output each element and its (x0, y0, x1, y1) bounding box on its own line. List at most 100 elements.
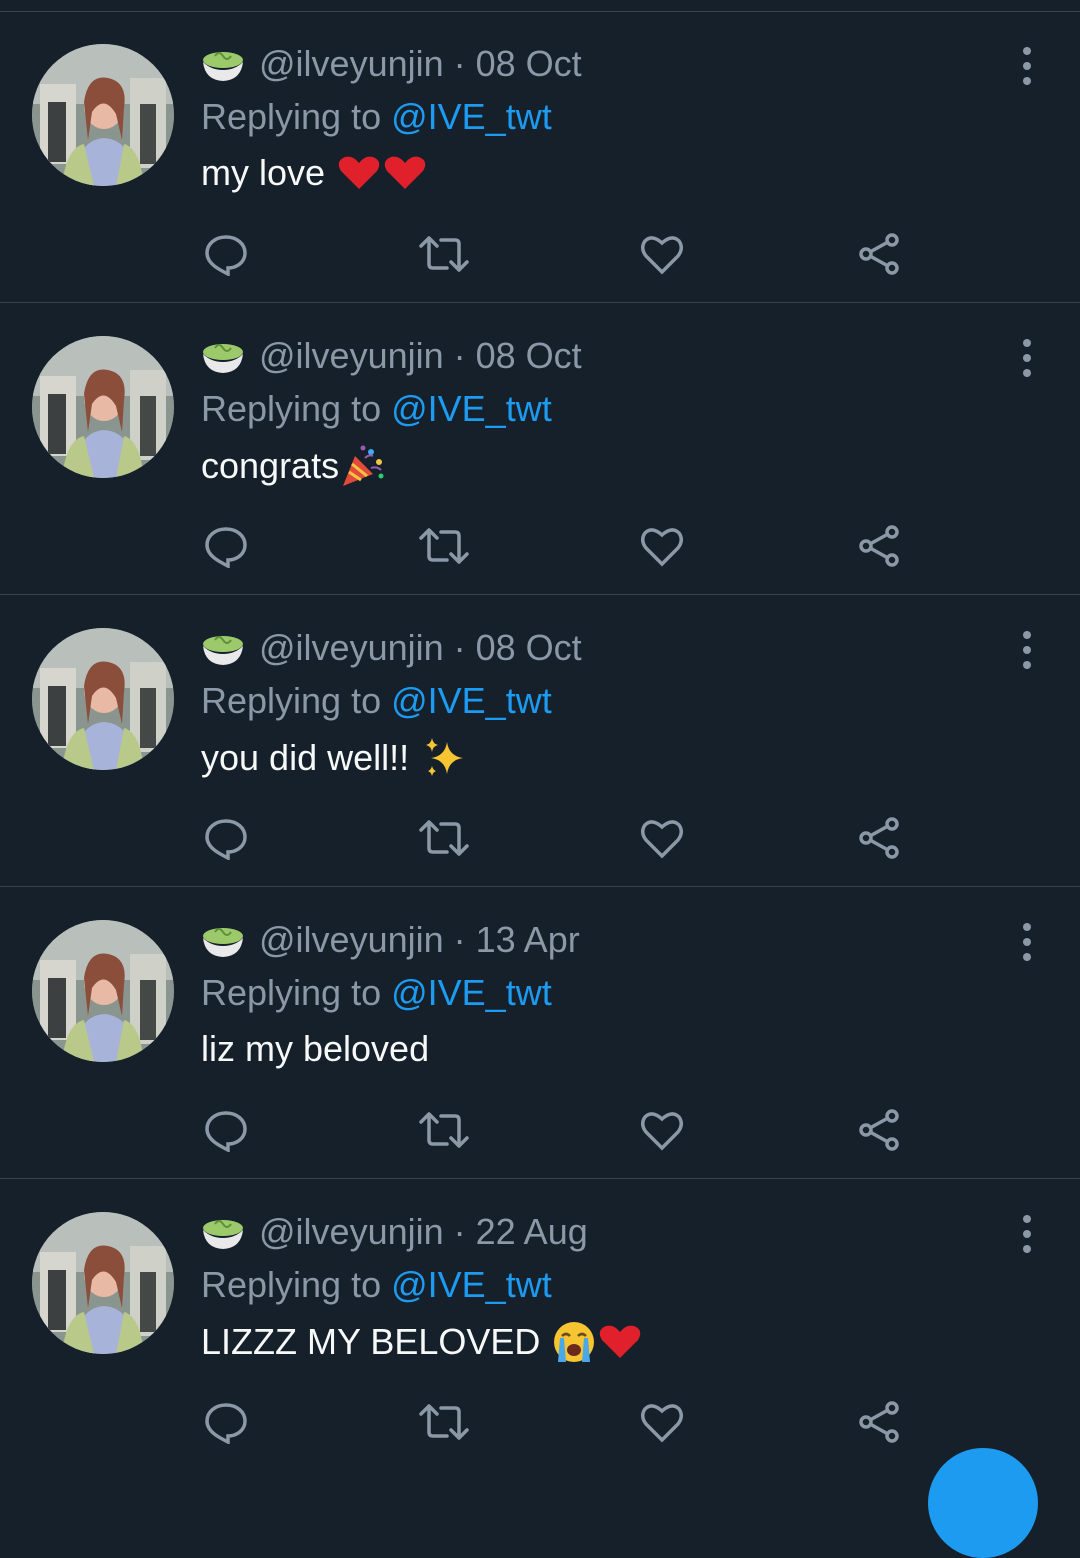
matcha-bowl-icon (203, 636, 243, 665)
retweet-button[interactable] (414, 1100, 474, 1160)
tweet-handle[interactable]: @ilveyunjin (259, 43, 444, 85)
retweet-button[interactable] (414, 808, 474, 868)
retweet-button[interactable] (414, 224, 474, 284)
tweet-handle[interactable]: @ilveyunjin (259, 919, 444, 961)
heart-outline-icon (641, 820, 683, 859)
tweet-handle[interactable]: @ilveyunjin (259, 627, 444, 669)
more-vertical-icon[interactable] (1012, 334, 1042, 384)
tweet-text: liz my beloved (201, 1028, 429, 1070)
replying-to-label: Replying to (201, 680, 392, 721)
reply-icon (205, 819, 247, 860)
tweet-header: @ilveyunjin · 08 Oct (201, 626, 582, 670)
replying-to-label: Replying to (201, 972, 392, 1013)
replying-to-line: Replying to @IVE_twt (201, 680, 552, 722)
avatar[interactable] (32, 336, 174, 478)
tweet-date[interactable]: 13 Apr (476, 919, 580, 961)
tweet-date[interactable]: 08 Oct (476, 335, 582, 377)
reply-icon (205, 1403, 247, 1444)
tweet-header: @ilveyunjin · 13 Apr (201, 918, 580, 962)
tweet-text: LIZZZ MY BELOVED (201, 1320, 642, 1364)
avatar[interactable] (32, 1212, 174, 1354)
retweet-icon (419, 528, 469, 564)
share-icon (859, 817, 899, 859)
tweet-text-content: congrats (201, 445, 340, 486)
retweet-icon (419, 820, 469, 856)
retweet-icon (419, 1112, 469, 1148)
tweet-card[interactable]: @ilveyunjin · 22 Aug Replying to @IVE_tw… (0, 1180, 1080, 1471)
tweet-handle[interactable]: @ilveyunjin (259, 1211, 444, 1253)
like-button[interactable] (632, 808, 692, 868)
like-button[interactable] (632, 1392, 692, 1452)
share-button[interactable] (850, 224, 910, 284)
tweet-actions (0, 1100, 1080, 1160)
matcha-bowl-icon (203, 52, 243, 81)
crying-face-icon (554, 1322, 595, 1362)
separator-dot: · (453, 335, 466, 376)
more-vertical-icon[interactable] (1012, 1210, 1042, 1260)
tweet-text: congrats (201, 444, 385, 488)
tweet-header: @ilveyunjin · 22 Aug (201, 1210, 588, 1254)
mention-link[interactable]: @IVE_twt (391, 388, 552, 429)
share-button[interactable] (850, 1100, 910, 1160)
separator-dot: · (453, 43, 466, 84)
tweet-text-content: you did well!! (201, 737, 410, 778)
tweet-header: @ilveyunjin · 08 Oct (201, 334, 582, 378)
more-vertical-icon[interactable] (1012, 626, 1042, 676)
replying-to-line: Replying to @IVE_twt (201, 96, 552, 138)
tweet-text-content: LIZZZ MY BELOVED (201, 1321, 541, 1362)
heart-outline-icon (641, 528, 683, 567)
share-button[interactable] (850, 1392, 910, 1452)
share-icon (859, 1401, 899, 1443)
avatar[interactable] (32, 44, 174, 186)
tweet-date[interactable]: 22 Aug (476, 1211, 588, 1253)
mention-link[interactable]: @IVE_twt (391, 96, 552, 137)
party-popper-icon (343, 445, 384, 486)
mention-link[interactable]: @IVE_twt (391, 972, 552, 1013)
replying-to-label: Replying to (201, 1264, 392, 1305)
reply-button[interactable] (196, 516, 256, 576)
tweet-text: you did well!! (201, 736, 467, 780)
share-icon (859, 1109, 899, 1151)
share-icon (859, 233, 899, 275)
tweet-date[interactable]: 08 Oct (476, 43, 582, 85)
like-button[interactable] (632, 516, 692, 576)
heart-outline-icon (641, 1404, 683, 1443)
tweet-card[interactable]: @ilveyunjin · 08 Oct Replying to @IVE_tw… (0, 12, 1080, 303)
share-button[interactable] (850, 808, 910, 868)
reply-button[interactable] (196, 224, 256, 284)
heart-outline-icon (641, 1112, 683, 1151)
reply-button[interactable] (196, 1100, 256, 1160)
sparkles-icon (426, 738, 464, 776)
retweet-icon (419, 236, 469, 272)
like-button[interactable] (632, 1100, 692, 1160)
avatar[interactable] (32, 920, 174, 1062)
tweet-handle[interactable]: @ilveyunjin (259, 335, 444, 377)
like-button[interactable] (632, 224, 692, 284)
tweet-date[interactable]: 08 Oct (476, 627, 582, 669)
tweet-card[interactable]: @ilveyunjin · 08 Oct Replying to @IVE_tw… (0, 304, 1080, 595)
separator-dot: · (453, 627, 466, 668)
retweet-icon (419, 1404, 469, 1440)
tweet-card[interactable]: @ilveyunjin · 13 Apr Replying to @IVE_tw… (0, 888, 1080, 1179)
mention-link[interactable]: @IVE_twt (391, 1264, 552, 1305)
tweet-actions (0, 808, 1080, 868)
tweet-actions (0, 516, 1080, 576)
replying-to-line: Replying to @IVE_twt (201, 972, 552, 1014)
compose-fab[interactable] (928, 1448, 1038, 1558)
more-vertical-icon[interactable] (1012, 42, 1042, 92)
replying-to-line: Replying to @IVE_twt (201, 1264, 552, 1306)
avatar[interactable] (32, 628, 174, 770)
reply-button[interactable] (196, 808, 256, 868)
tweet-text: my love (201, 152, 427, 194)
share-button[interactable] (850, 516, 910, 576)
more-vertical-icon[interactable] (1012, 918, 1042, 968)
matcha-bowl-icon (203, 1220, 243, 1249)
mention-link[interactable]: @IVE_twt (391, 680, 552, 721)
tweet-card[interactable]: @ilveyunjin · 08 Oct Replying to @IVE_tw… (0, 596, 1080, 887)
share-icon (859, 525, 899, 567)
reply-button[interactable] (196, 1392, 256, 1452)
retweet-button[interactable] (414, 516, 474, 576)
retweet-button[interactable] (414, 1392, 474, 1452)
separator-dot: · (453, 919, 466, 960)
replying-to-label: Replying to (201, 96, 392, 137)
